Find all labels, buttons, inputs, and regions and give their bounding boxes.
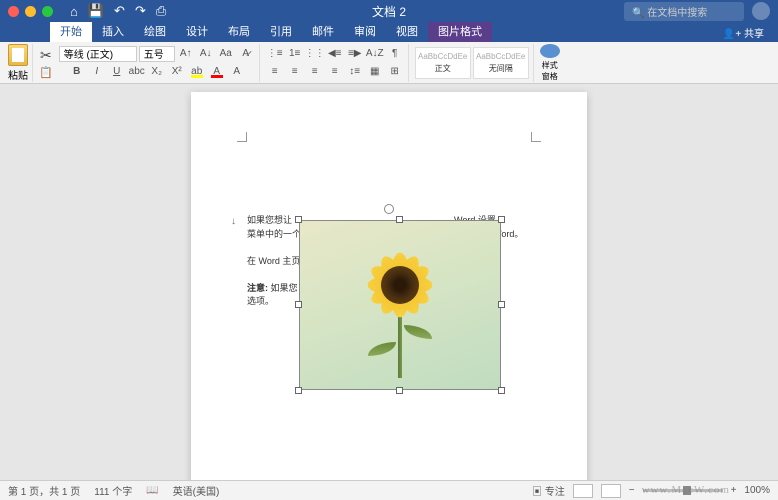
styles-pane-label: 样式 窗格 xyxy=(542,60,558,82)
increase-indent-button[interactable]: ≡▶ xyxy=(346,46,364,62)
resize-handle[interactable] xyxy=(295,216,302,223)
resize-handle[interactable] xyxy=(396,387,403,394)
sort-button[interactable]: A↓Z xyxy=(366,46,384,62)
shading-button[interactable]: ▦ xyxy=(366,64,384,80)
ribbon-tabs: 开始 插入 绘图 设计 布局 引用 邮件 审阅 视图 图片格式 👤+ 共享 xyxy=(0,22,778,42)
page[interactable]: ↓ 如果您想让xxxxxxxxxxxxxxxxxxxxxxxxxxxxxxxxx… xyxy=(191,92,587,480)
multilevel-button[interactable]: ⋮⋮ xyxy=(306,46,324,62)
tab-design[interactable]: 设计 xyxy=(176,20,218,42)
zoom-in-button[interactable]: + xyxy=(731,485,737,496)
redo-icon[interactable]: ↷ xyxy=(135,3,146,19)
tab-mailings[interactable]: 邮件 xyxy=(302,20,344,42)
watermark: www.MacW.com xyxy=(642,484,730,496)
borders-button[interactable]: ⊞ xyxy=(386,64,404,80)
justify-button[interactable]: ≡ xyxy=(326,64,344,80)
superscript-button[interactable]: X² xyxy=(168,64,186,80)
page-count[interactable]: 第 1 页，共 1 页 xyxy=(8,483,80,498)
margin-corner xyxy=(531,132,541,142)
show-marks-button[interactable]: ¶ xyxy=(386,46,404,62)
tab-review[interactable]: 审阅 xyxy=(344,20,386,42)
language-status[interactable]: 英语(美国) xyxy=(173,483,220,498)
font-color-button[interactable]: A xyxy=(208,64,226,80)
margin-corner xyxy=(237,132,247,142)
align-left-button[interactable]: ≡ xyxy=(266,64,284,80)
tab-home[interactable]: 开始 xyxy=(50,20,92,42)
resize-handle[interactable] xyxy=(396,216,403,223)
styles-pane-icon[interactable] xyxy=(540,44,560,58)
resize-handle[interactable] xyxy=(295,387,302,394)
tab-view[interactable]: 视图 xyxy=(386,20,428,42)
tab-insert[interactable]: 插入 xyxy=(92,20,134,42)
undo-icon[interactable]: ↶ xyxy=(114,3,125,19)
strikethrough-button[interactable]: abc xyxy=(128,64,146,80)
word-count[interactable]: 111 个字 xyxy=(94,483,132,498)
zoom-out-button[interactable]: − xyxy=(629,485,635,496)
rotate-handle[interactable] xyxy=(384,204,394,214)
highlight-button[interactable]: ab xyxy=(188,64,206,80)
decrease-font-button[interactable]: A↓ xyxy=(197,46,215,62)
tab-draw[interactable]: 绘图 xyxy=(134,20,176,42)
spellcheck-icon[interactable]: 📖 xyxy=(146,485,158,496)
minimize-window-button[interactable] xyxy=(25,6,36,17)
user-avatar[interactable] xyxy=(752,2,770,20)
selected-image[interactable] xyxy=(299,220,501,390)
tab-layout[interactable]: 布局 xyxy=(218,20,260,42)
document-title: 文档 2 xyxy=(372,3,406,20)
zoom-level[interactable]: 100% xyxy=(744,485,770,496)
change-case-button[interactable]: Aa xyxy=(217,46,235,62)
increase-font-button[interactable]: A↑ xyxy=(177,46,195,62)
web-layout-view[interactable] xyxy=(601,484,621,498)
tab-picture-format[interactable]: 图片格式 xyxy=(428,20,492,42)
maximize-window-button[interactable] xyxy=(42,6,53,17)
print-layout-view[interactable] xyxy=(573,484,593,498)
cut-icon[interactable]: ✂ xyxy=(40,47,52,64)
resize-handle[interactable] xyxy=(498,387,505,394)
resize-handle[interactable] xyxy=(295,301,302,308)
style-normal[interactable]: AaBbCcDdEe 正文 xyxy=(415,47,471,79)
clear-format-button[interactable]: A̷ xyxy=(237,46,255,62)
document-area[interactable]: ↓ 如果您想让xxxxxxxxxxxxxxxxxxxxxxxxxxxxxxxxx… xyxy=(0,84,778,480)
font-family-select[interactable]: 等线 (正文) xyxy=(59,46,137,62)
subscript-button[interactable]: X₂ xyxy=(148,64,166,80)
share-button[interactable]: 👤+ 共享 xyxy=(717,23,770,42)
style-nospace[interactable]: AaBbCcDdEe 无间隔 xyxy=(473,47,529,79)
print-icon[interactable]: ⎙ xyxy=(156,3,166,19)
focus-mode-button[interactable]: ▣ 专注 xyxy=(532,483,565,498)
resize-handle[interactable] xyxy=(498,216,505,223)
text-effects-button[interactable]: A xyxy=(228,64,246,80)
font-size-select[interactable]: 五号 xyxy=(139,46,175,62)
sunflower-image xyxy=(300,221,500,389)
align-right-button[interactable]: ≡ xyxy=(306,64,324,80)
bullets-button[interactable]: ⋮≡ xyxy=(266,46,284,62)
search-input[interactable]: 🔍 在文档中搜索 xyxy=(624,2,744,21)
titlebar: ⌂ 💾 ↶ ↷ ⎙ 文档 2 🔍 在文档中搜索 xyxy=(0,0,778,22)
align-center-button[interactable]: ≡ xyxy=(286,64,304,80)
save-icon[interactable]: 💾 xyxy=(88,3,104,19)
paste-button[interactable]: 粘贴 xyxy=(8,44,28,82)
tab-references[interactable]: 引用 xyxy=(260,20,302,42)
home-icon[interactable]: ⌂ xyxy=(70,4,78,19)
bold-button[interactable]: B xyxy=(68,64,86,80)
italic-button[interactable]: I xyxy=(88,64,106,80)
line-spacing-button[interactable]: ↕≡ xyxy=(346,64,364,80)
clipboard-icon xyxy=(8,44,28,66)
decrease-indent-button[interactable]: ◀≡ xyxy=(326,46,344,62)
underline-button[interactable]: U xyxy=(108,64,126,80)
resize-handle[interactable] xyxy=(498,301,505,308)
close-window-button[interactable] xyxy=(8,6,19,17)
ruler-marks xyxy=(247,147,531,207)
ribbon: 粘贴 ✂ 📋 等线 (正文) 五号 A↑ A↓ Aa A̷ B I U abc … xyxy=(0,42,778,84)
copy-icon[interactable]: 📋 xyxy=(39,66,53,79)
anchor-icon: ↓ xyxy=(231,216,236,227)
numbering-button[interactable]: 1≡ xyxy=(286,46,304,62)
